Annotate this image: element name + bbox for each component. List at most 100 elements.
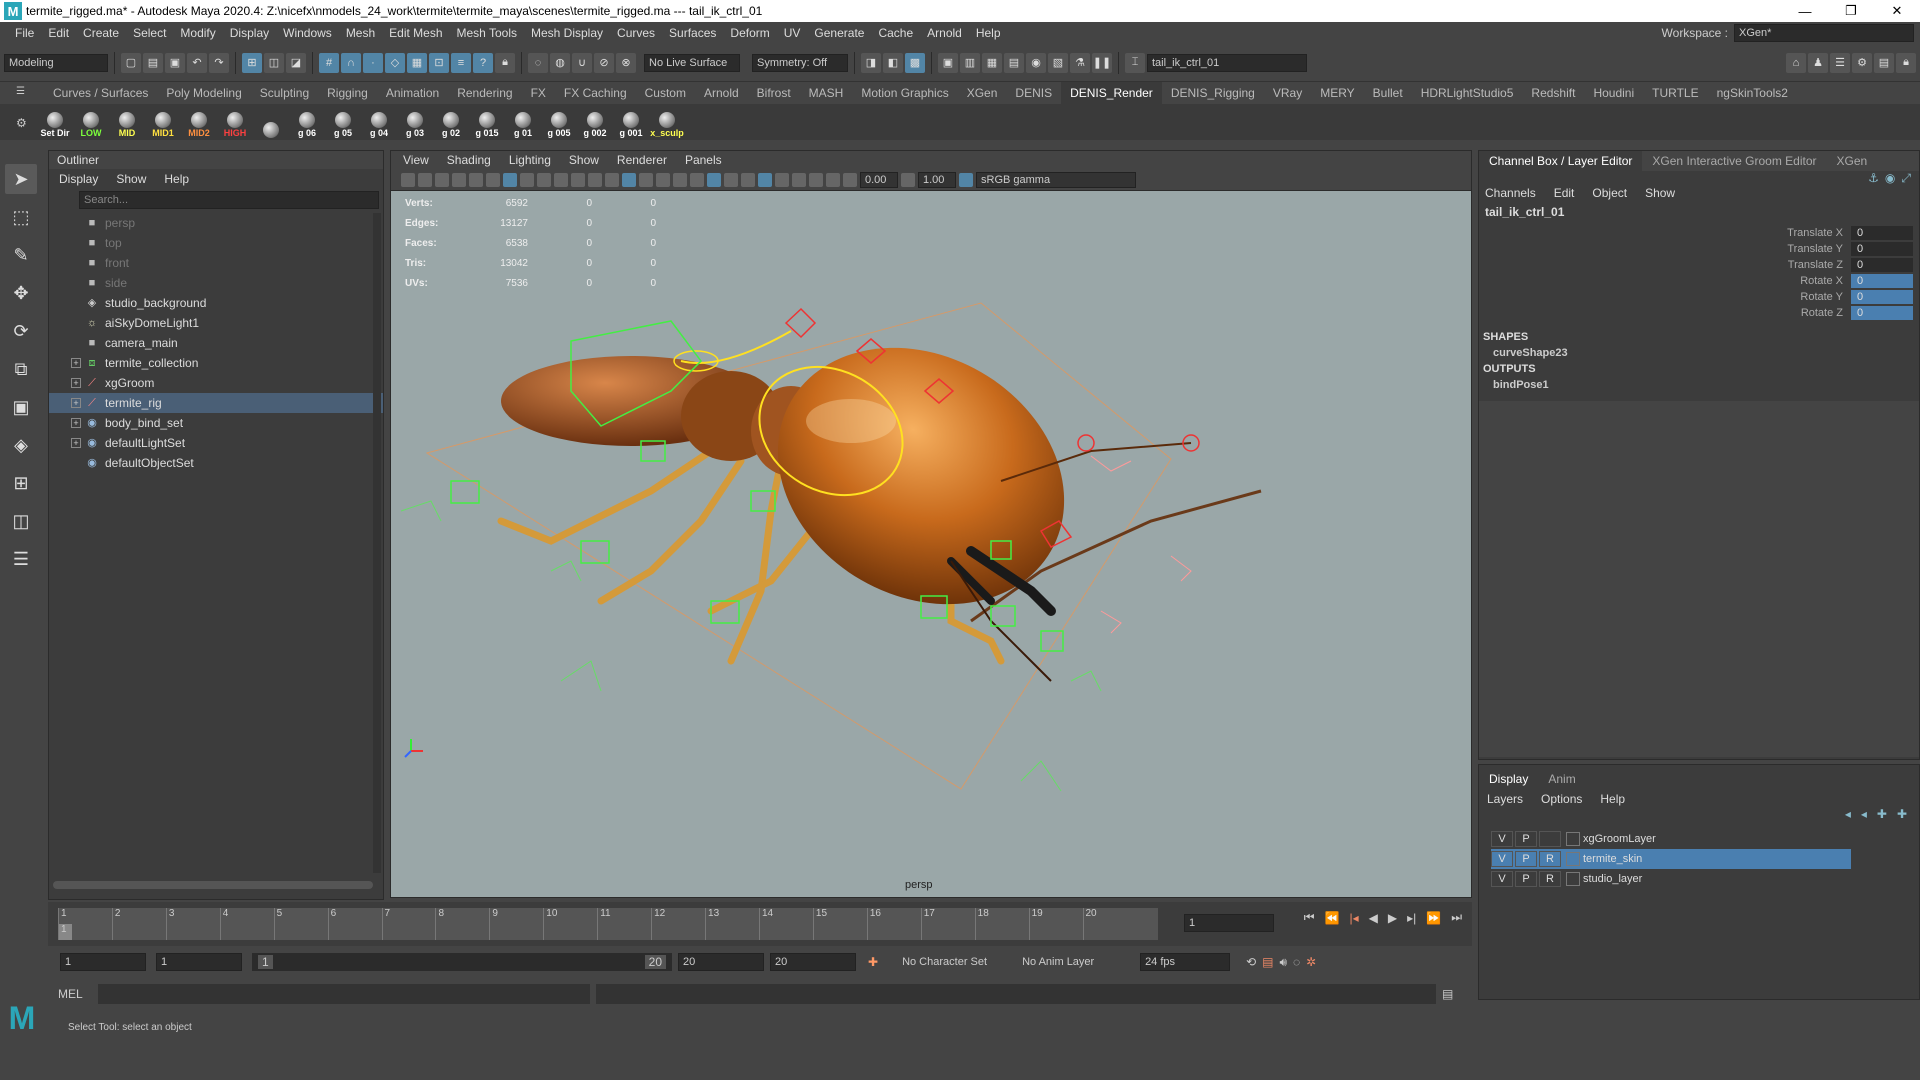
play-back-icon[interactable]: ◀: [1369, 911, 1378, 925]
anim-start-field[interactable]: 1: [60, 953, 146, 971]
menu-mesh-display[interactable]: Mesh Display: [524, 26, 610, 40]
shelf-button[interactable]: g 002: [580, 106, 610, 138]
shelf-button[interactable]: MID1: [148, 106, 178, 138]
fps-select[interactable]: 24 fps: [1140, 953, 1231, 971]
expand-icon[interactable]: +: [71, 438, 81, 448]
menu-arnold[interactable]: Arnold: [920, 26, 969, 40]
current-frame-field[interactable]: 1: [1184, 914, 1274, 932]
outliner-scrollbar[interactable]: [373, 213, 381, 873]
layer-visibility-toggle[interactable]: V: [1491, 851, 1513, 867]
outliner-search-input[interactable]: Search...: [79, 191, 379, 209]
close-button[interactable]: ✕: [1874, 3, 1920, 19]
select-camera-icon[interactable]: [401, 172, 415, 187]
unlink-icon[interactable]: ⊗: [616, 52, 636, 73]
shelf-tab-xgen[interactable]: XGen: [958, 82, 1007, 104]
xray-icon[interactable]: [775, 172, 789, 187]
film-gate-icon[interactable]: [520, 172, 534, 187]
move-tool-icon[interactable]: ✥: [5, 278, 37, 308]
exposure-icon[interactable]: [843, 172, 857, 187]
channel-box-icon[interactable]: ▤: [1874, 52, 1894, 73]
attribute-value[interactable]: 0: [1851, 274, 1913, 288]
lock-ui-icon[interactable]: 🔒︎: [1896, 52, 1916, 73]
shelf-tab-poly-modeling[interactable]: Poly Modeling: [157, 82, 250, 104]
shelf-tab-bifrost[interactable]: Bifrost: [748, 82, 800, 104]
shelf-tab-sculpting[interactable]: Sculpting: [251, 82, 318, 104]
layer-up-icon[interactable]: ◂: [1845, 807, 1851, 821]
isolate-icon[interactable]: [758, 172, 772, 187]
wireframe-icon[interactable]: [605, 172, 619, 187]
ipr-icon[interactable]: ▩: [905, 52, 925, 73]
layer-playback-toggle[interactable]: P: [1515, 851, 1537, 867]
layer-row[interactable]: V P Rstudio_layer: [1491, 869, 1851, 889]
object-name-field[interactable]: tail_ik_ctrl_01: [1147, 53, 1307, 72]
menu-windows[interactable]: Windows: [276, 26, 339, 40]
2d-pan-icon[interactable]: [469, 172, 483, 187]
snap-curve-icon[interactable]: ∩: [341, 52, 361, 73]
outliner-item[interactable]: + ⟋ termite_rig: [49, 393, 383, 413]
layer-reference-toggle[interactable]: R: [1539, 871, 1561, 887]
channel-menu-channels[interactable]: Channels: [1485, 186, 1536, 200]
shelf-button[interactable]: LOW: [76, 106, 106, 138]
menu-deform[interactable]: Deform: [723, 26, 776, 40]
magnet-icon[interactable]: ∪: [572, 52, 592, 73]
menu-select[interactable]: Select: [126, 26, 173, 40]
scale-tool-icon[interactable]: ⧉: [5, 354, 37, 384]
script-lang-label[interactable]: MEL: [58, 987, 92, 1001]
arnold-icon[interactable]: ◉: [1026, 52, 1046, 73]
layer-name[interactable]: termite_skin: [1583, 853, 1642, 865]
select-component-icon[interactable]: ◪: [286, 52, 306, 73]
select-hierarchy-icon[interactable]: ⊞: [242, 52, 262, 73]
shelf-button[interactable]: g 01: [508, 106, 538, 138]
shelf-tab-arnold[interactable]: Arnold: [695, 82, 748, 104]
menu-edit-mesh[interactable]: Edit Mesh: [382, 26, 449, 40]
character-set-select[interactable]: No Character Set: [898, 953, 1009, 971]
auto-key-icon[interactable]: ✚: [868, 955, 878, 969]
layer-menu-layers[interactable]: Layers: [1487, 792, 1523, 806]
viewport-menu-shading[interactable]: Shading: [447, 151, 491, 169]
layout-single-icon[interactable]: ▣: [5, 392, 37, 422]
modeling-toolkit-icon[interactable]: ⌂: [1786, 52, 1806, 73]
layer-tab-display[interactable]: Display: [1479, 769, 1539, 789]
shelf-tab-denis-render[interactable]: DENIS_Render: [1061, 82, 1162, 104]
shelf-tab-fx[interactable]: FX: [522, 82, 555, 104]
bookmark-icon[interactable]: [435, 172, 449, 187]
character-icon[interactable]: ♟: [1808, 52, 1828, 73]
command-input[interactable]: [98, 984, 590, 1004]
shelf-button[interactable]: g 001: [616, 106, 646, 138]
layer-menu-help[interactable]: Help: [1600, 792, 1625, 806]
grid-icon[interactable]: [503, 172, 517, 187]
layer-visibility-toggle[interactable]: V: [1491, 871, 1513, 887]
shelf-button[interactable]: MID2: [184, 106, 214, 138]
outliner-item[interactable]: ◈ studio_background: [49, 293, 383, 313]
outliner-layout-icon[interactable]: ☰: [5, 544, 37, 574]
render-seq-icon[interactable]: ▥: [960, 52, 980, 73]
outliner-menu-show[interactable]: Show: [116, 172, 146, 186]
menu-modify[interactable]: Modify: [173, 26, 222, 40]
snap-grid-icon[interactable]: #: [319, 52, 339, 73]
shelf-tab-mash[interactable]: MASH: [800, 82, 853, 104]
default-material-icon[interactable]: [639, 172, 653, 187]
new-layer-icon[interactable]: ✚: [1877, 807, 1887, 821]
shelf-tab-vray[interactable]: VRay: [1264, 82, 1311, 104]
playback-start-field[interactable]: 1: [156, 953, 242, 971]
select-object-icon[interactable]: ◫: [264, 52, 284, 73]
ao-icon[interactable]: [724, 172, 738, 187]
link-icon[interactable]: ⊘: [594, 52, 614, 73]
attribute-value[interactable]: 0: [1851, 290, 1913, 304]
outliner-menu-display[interactable]: Display: [59, 172, 98, 186]
step-back-frame-icon[interactable]: |◂: [1349, 911, 1358, 925]
symmetry-select[interactable]: Symmetry: Off: [752, 53, 848, 72]
color-management-icon[interactable]: [959, 172, 973, 187]
layer-color-swatch[interactable]: [1566, 852, 1580, 866]
menuset-select[interactable]: Modeling: [4, 53, 108, 72]
range-bar[interactable]: 1 20: [252, 953, 672, 971]
menu-help[interactable]: Help: [969, 26, 1008, 40]
attribute-value[interactable]: 0: [1851, 258, 1913, 272]
go-end-icon[interactable]: ⏭: [1451, 910, 1462, 925]
layer-reference-toggle[interactable]: R: [1539, 851, 1561, 867]
layer-row[interactable]: V P Rtermite_skin: [1491, 849, 1851, 869]
lasso-icon[interactable]: ◌: [528, 52, 548, 73]
menu-generate[interactable]: Generate: [807, 26, 871, 40]
help-icon[interactable]: ?: [473, 52, 493, 73]
shadows-icon[interactable]: [707, 172, 721, 187]
